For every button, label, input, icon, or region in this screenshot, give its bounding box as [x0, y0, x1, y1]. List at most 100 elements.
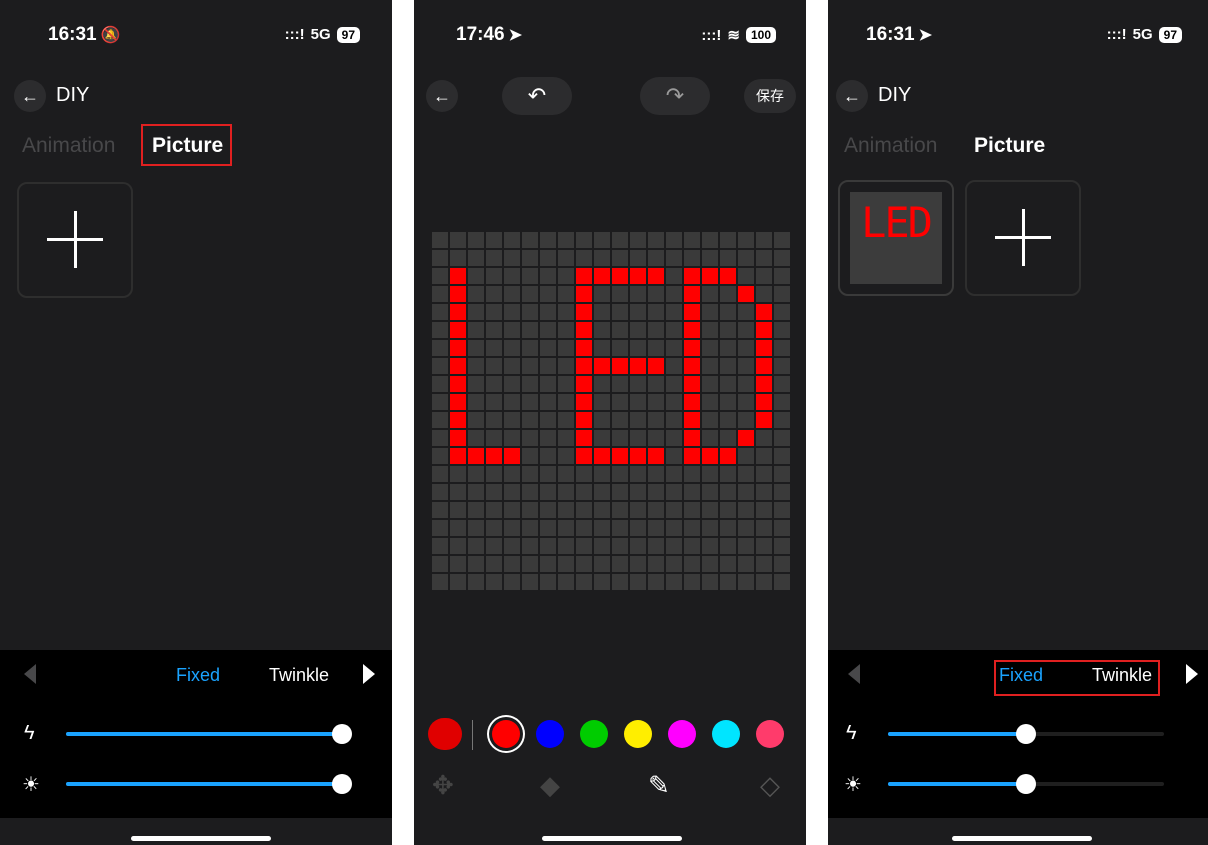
- pixel-cell[interactable]: [594, 466, 610, 482]
- pixel-cell[interactable]: [540, 358, 556, 374]
- pixel-cell[interactable]: [738, 358, 754, 374]
- pixel-cell[interactable]: [594, 250, 610, 266]
- pixel-cell[interactable]: [612, 322, 628, 338]
- pixel-cell[interactable]: [504, 376, 520, 392]
- pixel-cell[interactable]: [450, 430, 466, 446]
- pixel-cell[interactable]: [666, 322, 682, 338]
- pixel-cell[interactable]: [612, 358, 628, 374]
- pixel-cell[interactable]: [738, 250, 754, 266]
- pixel-cell[interactable]: [612, 538, 628, 554]
- pixel-cell[interactable]: [720, 412, 736, 428]
- pixel-cell[interactable]: [522, 376, 538, 392]
- pixel-cell[interactable]: [648, 268, 664, 284]
- pixel-cell[interactable]: [666, 538, 682, 554]
- pixel-cell[interactable]: [468, 250, 484, 266]
- pixel-cell[interactable]: [738, 502, 754, 518]
- pixel-cell[interactable]: [630, 340, 646, 356]
- pixel-cell[interactable]: [540, 556, 556, 572]
- pixel-cell[interactable]: [666, 484, 682, 500]
- pixel-cell[interactable]: [630, 502, 646, 518]
- pixel-cell[interactable]: [648, 412, 664, 428]
- pixel-cell[interactable]: [522, 502, 538, 518]
- pixel-cell[interactable]: [630, 358, 646, 374]
- pixel-cell[interactable]: [774, 430, 790, 446]
- pixel-cell[interactable]: [558, 466, 574, 482]
- pixel-cell[interactable]: [450, 448, 466, 464]
- pixel-cell[interactable]: [522, 430, 538, 446]
- pixel-cell[interactable]: [756, 412, 772, 428]
- pixel-cell[interactable]: [630, 412, 646, 428]
- pixel-cell[interactable]: [558, 556, 574, 572]
- move-icon[interactable]: ✥: [432, 770, 454, 801]
- fill-bucket-icon[interactable]: ◆: [540, 770, 560, 801]
- pixel-cell[interactable]: [558, 250, 574, 266]
- pixel-cell[interactable]: [558, 394, 574, 410]
- pixel-cell[interactable]: [432, 322, 448, 338]
- brightness-slider[interactable]: [66, 774, 352, 794]
- pixel-cell[interactable]: [648, 286, 664, 302]
- pixel-cell[interactable]: [774, 322, 790, 338]
- pixel-cell[interactable]: [666, 412, 682, 428]
- pixel-cell[interactable]: [702, 232, 718, 248]
- pixel-cell[interactable]: [504, 268, 520, 284]
- speed-slider-handle[interactable]: [332, 724, 352, 744]
- pixel-cell[interactable]: [756, 502, 772, 518]
- undo-button[interactable]: ↶: [502, 77, 572, 115]
- pixel-cell[interactable]: [738, 394, 754, 410]
- pixel-cell[interactable]: [774, 340, 790, 356]
- pixel-cell[interactable]: [756, 448, 772, 464]
- pixel-cell[interactable]: [576, 448, 592, 464]
- pixel-cell[interactable]: [432, 412, 448, 428]
- pixel-cell[interactable]: [468, 412, 484, 428]
- pixel-cell[interactable]: [504, 448, 520, 464]
- pixel-cell[interactable]: [540, 520, 556, 536]
- pixel-cell[interactable]: [432, 484, 448, 500]
- pixel-cell[interactable]: [432, 232, 448, 248]
- pixel-cell[interactable]: [648, 394, 664, 410]
- pixel-cell[interactable]: [666, 520, 682, 536]
- brightness-slider[interactable]: [888, 774, 1164, 794]
- pixel-cell[interactable]: [666, 466, 682, 482]
- pixel-cell[interactable]: [702, 340, 718, 356]
- pixel-cell[interactable]: [432, 394, 448, 410]
- pixel-cell[interactable]: [468, 466, 484, 482]
- pixel-cell[interactable]: [630, 484, 646, 500]
- pixel-cell[interactable]: [504, 538, 520, 554]
- pixel-cell[interactable]: [522, 358, 538, 374]
- pencil-icon[interactable]: ✎: [648, 770, 670, 801]
- color-swatch[interactable]: [492, 720, 520, 748]
- pixel-cell[interactable]: [756, 232, 772, 248]
- pixel-cell[interactable]: [540, 466, 556, 482]
- pixel-cell[interactable]: [720, 574, 736, 590]
- pixel-cell[interactable]: [486, 448, 502, 464]
- pixel-cell[interactable]: [486, 502, 502, 518]
- pixel-cell[interactable]: [612, 466, 628, 482]
- pixel-cell[interactable]: [720, 538, 736, 554]
- pixel-cell[interactable]: [594, 412, 610, 428]
- pixel-cell[interactable]: [738, 430, 754, 446]
- pixel-cell[interactable]: [702, 430, 718, 446]
- pixel-cell[interactable]: [684, 484, 700, 500]
- pixel-cell[interactable]: [594, 286, 610, 302]
- back-button[interactable]: ←: [426, 80, 458, 112]
- pixel-cell[interactable]: [774, 466, 790, 482]
- pixel-cell[interactable]: [522, 520, 538, 536]
- pixel-cell[interactable]: [756, 394, 772, 410]
- pixel-cell[interactable]: [540, 286, 556, 302]
- pixel-cell[interactable]: [504, 484, 520, 500]
- pixel-cell[interactable]: [648, 358, 664, 374]
- pixel-cell[interactable]: [486, 394, 502, 410]
- pixel-cell[interactable]: [738, 538, 754, 554]
- pixel-cell[interactable]: [684, 574, 700, 590]
- pixel-cell[interactable]: [702, 322, 718, 338]
- pixel-cell[interactable]: [522, 322, 538, 338]
- pixel-cell[interactable]: [468, 340, 484, 356]
- pixel-cell[interactable]: [450, 538, 466, 554]
- pixel-cell[interactable]: [486, 430, 502, 446]
- pixel-cell[interactable]: [558, 448, 574, 464]
- pixel-cell[interactable]: [684, 502, 700, 518]
- pixel-cell[interactable]: [702, 484, 718, 500]
- pixel-cell[interactable]: [450, 250, 466, 266]
- pixel-cell[interactable]: [702, 304, 718, 320]
- pixel-cell[interactable]: [522, 484, 538, 500]
